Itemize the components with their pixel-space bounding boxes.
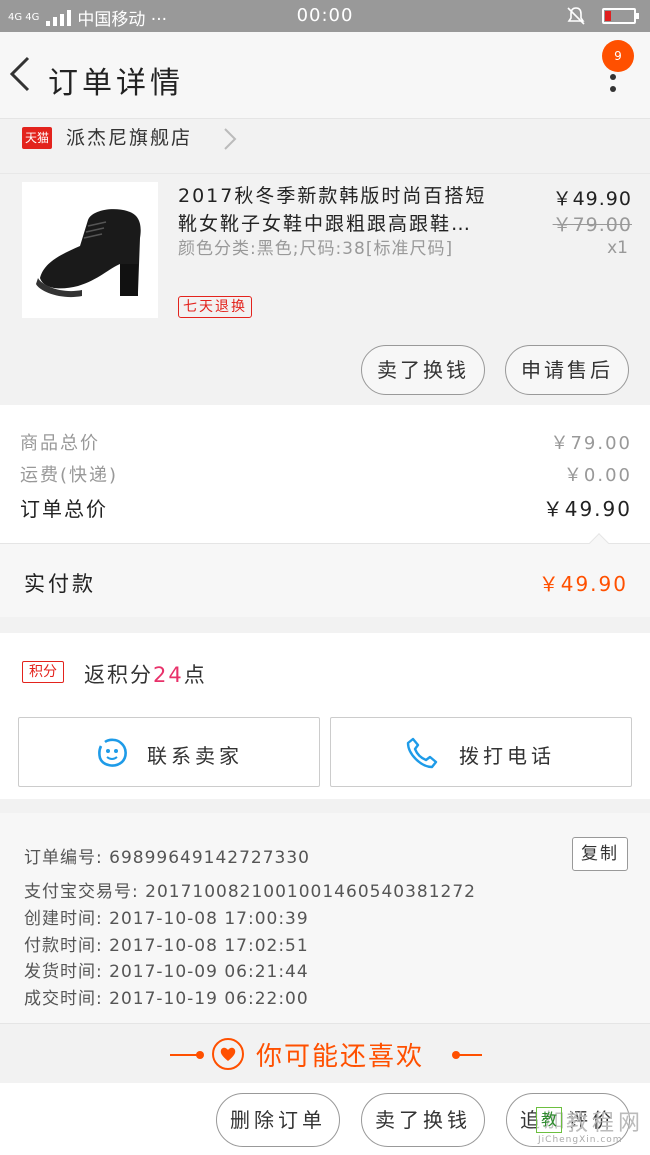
chevron-right-icon xyxy=(224,128,237,150)
delete-order-button[interactable]: 删除订单 xyxy=(216,1093,340,1147)
title-bar: 订单详情 9 xyxy=(0,32,650,119)
watermark-logo: 教 xyxy=(536,1107,562,1133)
copy-button[interactable]: 复制 xyxy=(572,837,628,871)
shoe-image xyxy=(36,209,141,298)
points-suffix: 点 xyxy=(183,663,207,687)
shipping-value: ￥0.00 xyxy=(563,465,632,486)
recommend-title: 你可能还喜欢 xyxy=(256,1042,425,1072)
status-right xyxy=(566,6,639,26)
created-time: 创建时间: 2017-10-08 17:00:39 xyxy=(24,909,309,929)
return-tag: 七天退换 xyxy=(178,296,252,318)
actual-payment-value: ￥49.90 xyxy=(538,572,628,596)
order-total-value: ￥49.90 xyxy=(542,497,632,521)
call-phone-label: 拨打电话 xyxy=(459,744,555,768)
product-quantity: x1 xyxy=(607,238,628,258)
recommend-header: 你可能还喜欢 xyxy=(0,1023,650,1083)
goods-total-label: 商品总价 xyxy=(20,433,100,454)
product-title[interactable]: 2017秋冬季新款韩版时尚百搭短靴女靴子女鞋中跟粗跟高跟鞋… xyxy=(178,182,498,238)
page-title: 订单详情 xyxy=(48,66,184,101)
points-badge: 积分 xyxy=(22,661,64,683)
battery-icon xyxy=(602,8,639,24)
points-text: 返积分24点 xyxy=(84,659,207,689)
bottom-actions: 删除订单 卖了换钱 追加评价 教 教程网 JiChengXin.com xyxy=(0,1083,650,1155)
shipped-time: 发货时间: 2017-10-09 06:21:44 xyxy=(24,962,309,982)
left-dot xyxy=(196,1051,204,1059)
watermark-text: 教程网 xyxy=(566,1111,645,1136)
product-image[interactable] xyxy=(22,182,158,318)
points-count: 24 xyxy=(153,663,184,687)
product-original-price: ￥79.00 xyxy=(552,214,632,236)
goods-total-value: ￥79.00 xyxy=(550,433,632,454)
mute-icon xyxy=(567,7,585,25)
contact-seller-label: 联系卖家 xyxy=(147,744,243,768)
shipping-label: 运费(快递) xyxy=(20,465,119,486)
watermark-url: JiChengXin.com xyxy=(538,1135,623,1145)
back-arrow-icon[interactable] xyxy=(6,54,36,94)
points-prefix: 返积分 xyxy=(84,663,153,687)
notification-badge[interactable]: 9 xyxy=(602,40,634,72)
actual-payment-row: 实付款 ￥49.90 xyxy=(0,533,650,617)
product-price: ￥49.90 xyxy=(552,188,632,210)
alipay-trade-number: 支付宝交易号: 2017100821001001460540381272 xyxy=(24,882,476,902)
right-line xyxy=(456,1054,482,1056)
order-total-row: 订单总价 ￥49.90 xyxy=(20,493,632,522)
sell-for-cash-bottom-button[interactable]: 卖了换钱 xyxy=(361,1093,485,1147)
contact-seller-button[interactable]: 联系卖家 xyxy=(18,717,320,787)
sell-for-cash-button[interactable]: 卖了换钱 xyxy=(361,345,485,395)
product-spec: 颜色分类:黑色;尺码:38[标准尺码] xyxy=(178,239,454,259)
status-bar: 4G 4G 中国移动 ··· 00:00 xyxy=(0,0,650,32)
points-section: 积分 返积分24点 联系卖家 拨打电话 xyxy=(0,633,650,799)
goods-total-row: 商品总价 ￥79.00 xyxy=(20,429,632,455)
closed-time: 成交时间: 2017-10-19 06:22:00 xyxy=(24,989,309,1009)
shipping-row: 运费(快递) ￥0.00 xyxy=(20,461,632,487)
shop-row[interactable]: 天猫 派杰尼旗舰店 xyxy=(0,119,650,173)
call-phone-button[interactable]: 拨打电话 xyxy=(330,717,632,787)
after-sale-button[interactable]: 申请售后 xyxy=(505,345,629,395)
heart-icon xyxy=(212,1038,244,1070)
product-card: 2017秋冬季新款韩版时尚百搭短靴女靴子女鞋中跟粗跟高跟鞋… 颜色分类:黑色;尺… xyxy=(0,173,650,405)
order-total-label: 订单总价 xyxy=(20,497,108,521)
status-time: 00:00 xyxy=(296,5,354,26)
chat-face-icon xyxy=(98,738,127,767)
order-number: 订单编号: 69899649142727330 xyxy=(24,848,311,868)
paid-time: 付款时间: 2017-10-08 17:02:51 xyxy=(24,936,309,956)
shop-name[interactable]: 派杰尼旗舰店 xyxy=(66,123,192,150)
phone-icon xyxy=(406,737,438,769)
tmall-badge: 天猫 xyxy=(22,127,52,149)
watermark: 教 教程网 JiChengXin.com xyxy=(536,1105,644,1147)
actual-payment-label: 实付款 xyxy=(24,572,96,596)
order-info: 订单编号: 69899649142727330 复制 支付宝交易号: 20171… xyxy=(0,813,650,1023)
cost-summary: 商品总价 ￥79.00 运费(快递) ￥0.00 订单总价 ￥49.90 xyxy=(0,405,650,543)
